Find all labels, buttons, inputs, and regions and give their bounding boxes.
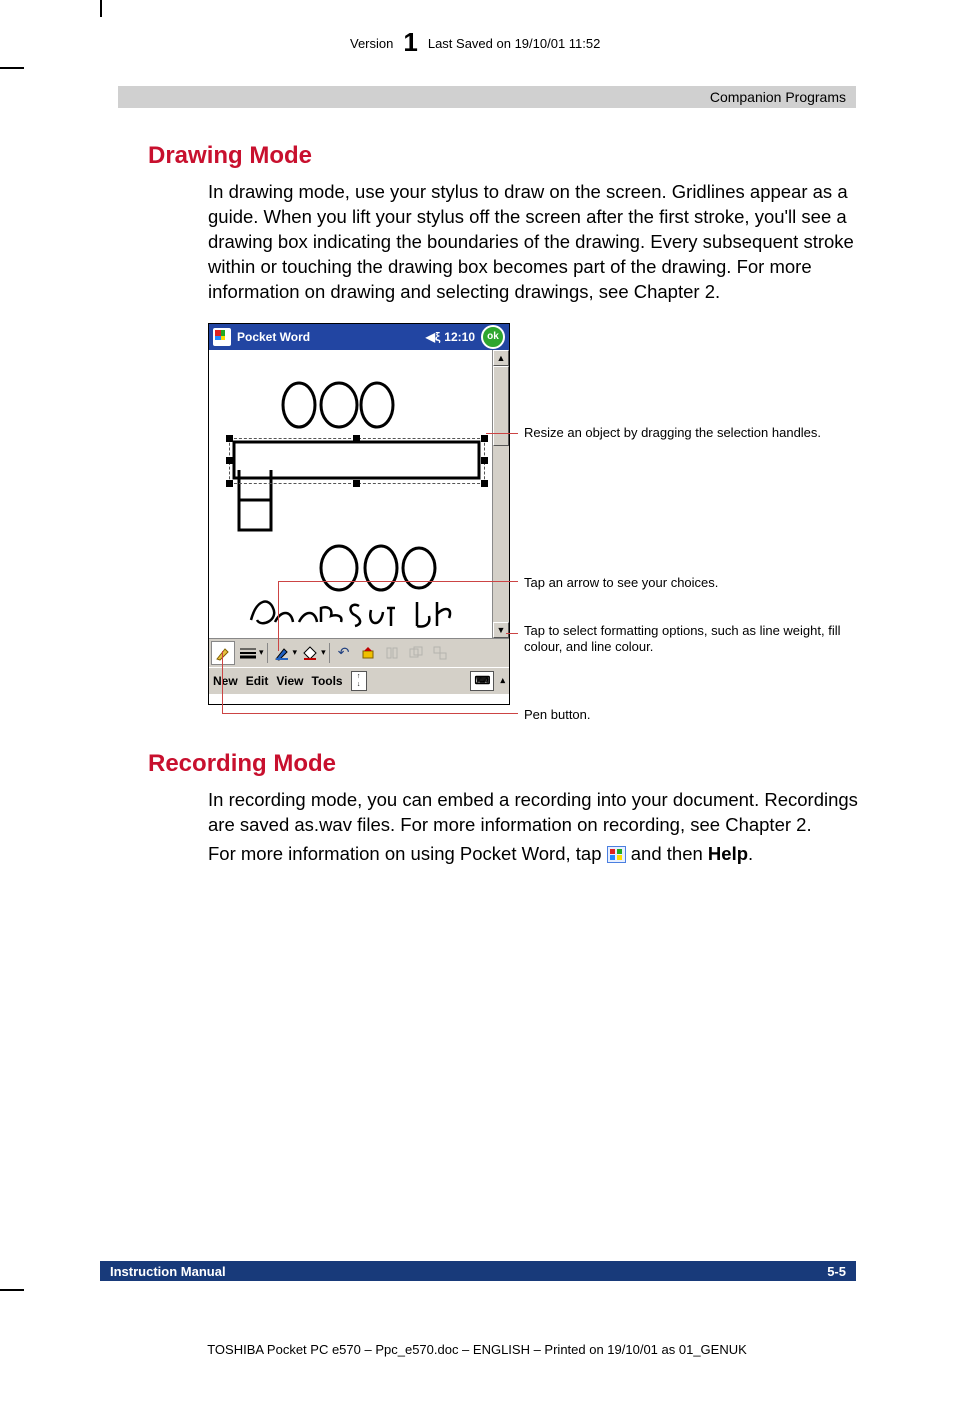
vertical-scrollbar[interactable]: ▲ ▼ (492, 350, 509, 638)
menu-new[interactable]: New (213, 674, 238, 688)
fill-color-arrow[interactable]: ▾ (321, 647, 326, 658)
crop-mark-left-bottom (0, 1289, 24, 1291)
sketch-svg (209, 350, 493, 638)
page: Version 1 Last Saved on 19/10/01 11:52 C… (0, 0, 954, 1409)
version-label: Version (350, 36, 393, 51)
recording-mode-para2: For more information on using Pocket Wor… (208, 842, 858, 867)
input-panel-button[interactable]: ⌨ (470, 671, 494, 691)
callout-formatting: Tap to select formatting options, such a… (524, 623, 844, 656)
section-bar: Companion Programs (118, 86, 856, 108)
drawing-mode-para: In drawing mode, use your stylus to draw… (208, 180, 858, 305)
menu-bar: New Edit View Tools ↑↓ ⌨ ▴ (209, 667, 509, 694)
speaker-icon[interactable]: ◀ξ (426, 330, 441, 344)
status-area: ◀ξ 12:10 (426, 330, 475, 344)
leader-4 (222, 713, 518, 714)
drawing-content (209, 350, 493, 638)
line-color-arrow[interactable]: ▾ (293, 647, 298, 658)
group-button[interactable] (405, 642, 427, 664)
footer-right: 5-5 (827, 1264, 846, 1279)
leader-3 (506, 633, 518, 634)
leader-1 (486, 433, 518, 434)
titlebar: Pocket Word ◀ξ 12:10 ok (209, 324, 509, 350)
ungroup-button[interactable] (429, 642, 451, 664)
footer-left: Instruction Manual (110, 1264, 226, 1279)
recording-para2b: and then (626, 843, 708, 864)
clock: 12:10 (444, 330, 475, 344)
mode-toggle[interactable]: ↑↓ (351, 671, 367, 691)
callout-arrow-choices: Tap an arrow to see your choices. (524, 575, 718, 591)
line-weight-arrow[interactable]: ▾ (259, 647, 264, 658)
drawing-mode-heading: Drawing Mode (148, 142, 858, 170)
menu-tools[interactable]: Tools (312, 674, 343, 688)
ok-button[interactable]: ok (481, 325, 505, 349)
version-number: 1 (403, 27, 417, 58)
footer-bar: Instruction Manual 5-5 (100, 1261, 856, 1281)
menu-view[interactable]: View (276, 674, 303, 688)
start-menu-icon[interactable] (607, 846, 626, 863)
scroll-thumb[interactable] (493, 366, 509, 446)
recording-period: . (748, 843, 753, 864)
callout-resize: Resize an object by dragging the selecti… (524, 425, 821, 441)
app-title: Pocket Word (237, 330, 310, 344)
line-weight-button[interactable] (237, 642, 259, 664)
section-bar-text: Companion Programs (710, 89, 846, 105)
undo-button[interactable]: ↶ (333, 642, 355, 664)
leader-2b (278, 581, 518, 582)
recording-mode-para1: In recording mode, you can embed a recor… (208, 788, 858, 838)
recording-para2a: For more information on using Pocket Wor… (208, 843, 607, 864)
scroll-down-button[interactable]: ▼ (493, 622, 509, 638)
insert-shape-button[interactable] (357, 642, 379, 664)
input-panel-arrow[interactable]: ▴ (500, 675, 505, 686)
drawing-canvas[interactable]: ▲ ▼ (209, 350, 509, 638)
header-version: Version 1 Last Saved on 19/10/01 11:52 (350, 24, 600, 55)
pen-button[interactable] (211, 641, 235, 665)
leader-2v (278, 581, 279, 651)
crop-mark-top (100, 0, 102, 17)
selection-rect[interactable] (229, 438, 485, 484)
format-toolbar: ▾ ▾ ▾ ↶ (209, 638, 509, 667)
drawing-mode-section: Drawing Mode In drawing mode, use your s… (148, 142, 858, 723)
figure: Pocket Word ◀ξ 12:10 ok (208, 323, 848, 723)
start-flag-icon[interactable] (213, 328, 231, 346)
recording-mode-body: In recording mode, you can embed a recor… (208, 788, 858, 867)
help-label: Help (708, 843, 748, 864)
recording-mode-heading: Recording Mode (148, 750, 858, 778)
footer-note: TOSHIBA Pocket PC e570 – Ppc_e570.doc – … (0, 1342, 954, 1357)
callout-pen: Pen button. (524, 707, 591, 723)
scroll-up-button[interactable]: ▲ (493, 350, 509, 366)
saved-label: Last Saved on 19/10/01 11:52 (428, 36, 601, 51)
fill-color-button[interactable] (299, 642, 321, 664)
drawing-mode-body: In drawing mode, use your stylus to draw… (208, 180, 858, 305)
align-button[interactable] (381, 642, 403, 664)
menu-edit[interactable]: Edit (246, 674, 269, 688)
recording-mode-section: Recording Mode In recording mode, you ca… (148, 750, 858, 871)
pocketpc-window: Pocket Word ◀ξ 12:10 ok (208, 323, 510, 705)
crop-mark-left-top (0, 67, 24, 69)
line-color-button[interactable] (271, 642, 293, 664)
leader-4v (222, 651, 223, 713)
